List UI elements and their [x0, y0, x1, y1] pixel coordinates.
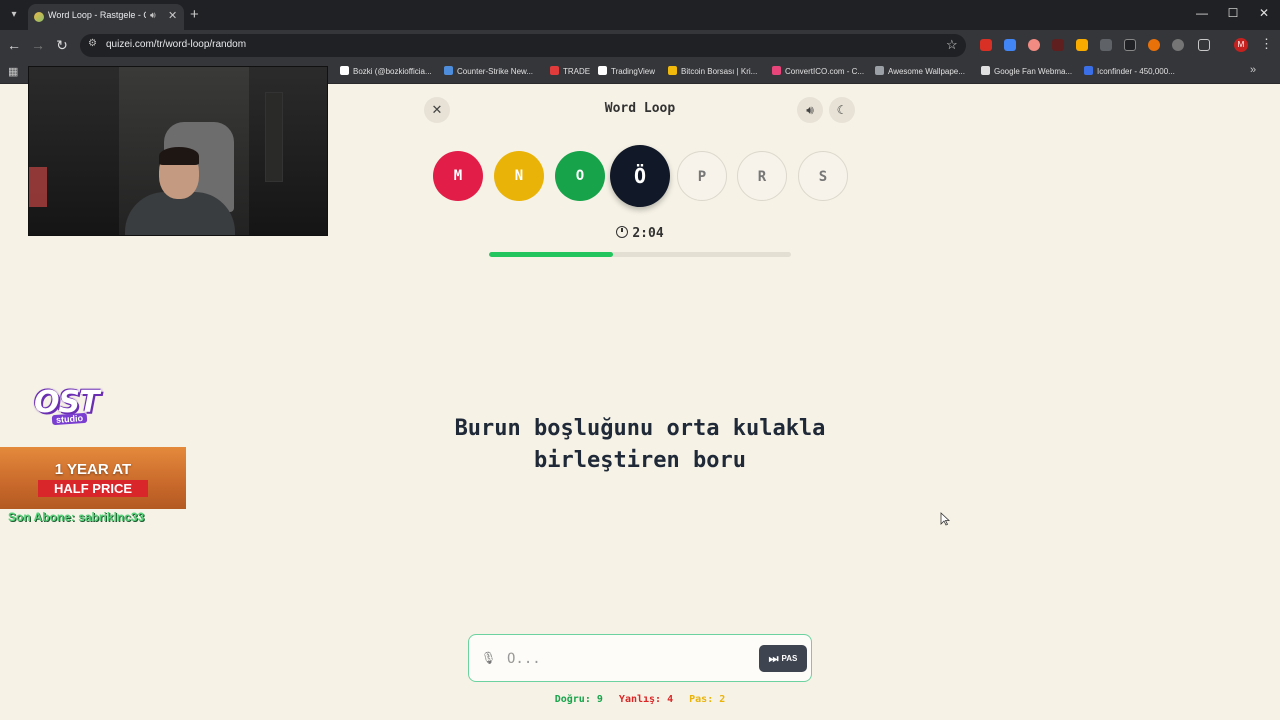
extension-icon[interactable] — [1052, 39, 1064, 51]
bookmark-item[interactable]: TRADE — [550, 66, 590, 78]
bookmarks-overflow-icon[interactable]: » — [1250, 64, 1256, 76]
bookmark-label: TradingView — [611, 67, 656, 76]
profile-avatar[interactable]: M — [1234, 38, 1248, 52]
timer-value: 2:04 — [632, 226, 664, 241]
apps-grid-icon[interactable]: ▦ — [8, 65, 18, 78]
letter-circle-pending: P — [677, 151, 727, 201]
wrong-count: Yanlış: 4 — [618, 694, 674, 705]
clock-icon — [616, 226, 629, 238]
promo-line1: 1 YEAR AT — [54, 461, 132, 478]
extension-icon[interactable] — [1076, 39, 1088, 51]
tab-favicon-icon — [34, 12, 44, 22]
letter-circle-pending: S — [798, 151, 848, 201]
speaker-icon[interactable]: 🔊︎ — [150, 10, 156, 21]
translate-extension-icon[interactable] — [1004, 39, 1016, 51]
bookmark-favicon-icon — [340, 66, 349, 75]
last-subscriber-text: Son Abone: sabriklnc33 — [8, 510, 145, 524]
extension-icon[interactable] — [1172, 39, 1184, 51]
bookmark-item[interactable]: Iconfinder - 450,000... — [1084, 66, 1175, 78]
browser-tabstrip: ▾ Word Loop - Rastgele - Qu 🔊︎ ✕ + — ☐ ✕ — [0, 0, 1280, 30]
ost-studio-logo: OST studio — [34, 386, 102, 430]
game-title: Word Loop — [604, 101, 676, 116]
reload-icon[interactable]: ↻ — [54, 37, 70, 53]
bookmark-item[interactable]: Bitcoin Borsası | Kri... — [668, 66, 757, 78]
correct-count: Doğru: 9 — [554, 694, 603, 705]
timer: 2:04 — [600, 226, 680, 241]
mouse-cursor-icon — [940, 512, 950, 526]
bookmark-favicon-icon — [598, 66, 607, 75]
browser-toolbar: ← → ↻ ⚙ quizei.com/tr/word-loop/random ☆… — [0, 30, 1280, 60]
bookmark-label: Counter-Strike New... — [457, 67, 534, 76]
bookmark-item[interactable]: Bozki (@bozkiofficia... — [340, 66, 432, 78]
address-bar[interactable]: ⚙ quizei.com/tr/word-loop/random ☆ — [80, 34, 966, 57]
url-text[interactable]: quizei.com/tr/word-loop/random — [106, 39, 246, 50]
bookmark-item[interactable]: Counter-Strike New... — [444, 66, 533, 78]
bookmark-item[interactable]: TradingView — [598, 66, 655, 78]
extension-icon[interactable] — [980, 39, 992, 51]
promo-line2: HALF PRICE — [38, 480, 148, 497]
letter-circle-done: O — [555, 151, 605, 201]
time-progress-fill — [489, 252, 613, 257]
minimize-icon[interactable]: — — [1192, 6, 1212, 20]
bookmark-favicon-icon — [875, 66, 884, 75]
bookmark-favicon-icon — [981, 66, 990, 75]
clue-line1: Burun boşluğunu orta kulakla — [454, 416, 826, 441]
pass-count: Pas: 2 — [689, 694, 726, 705]
letter-circle-done: M — [433, 151, 483, 201]
dark-mode-toggle-button[interactable]: ☾ — [829, 97, 855, 123]
game-close-button[interactable]: ✕ — [424, 97, 450, 123]
letter-circle-done: N — [494, 151, 544, 201]
maximize-icon[interactable]: ☐ — [1223, 6, 1243, 20]
browser-menu-icon[interactable]: ⋮ — [1260, 36, 1273, 52]
bookmark-label: Iconfinder - 450,000... — [1097, 67, 1175, 76]
pass-label: PAS — [781, 654, 798, 663]
promo-banner: 1 YEAR AT HALF PRICE — [0, 447, 186, 509]
bookmark-label: TRADE — [563, 67, 591, 76]
microphone-icon[interactable]: 🎙︎ — [481, 651, 496, 667]
bookmark-favicon-icon — [772, 66, 781, 75]
bookmark-label: Bozki (@bozkiofficia... — [353, 67, 432, 76]
clue-text: Burun boşluğunu orta kulakla birleştiren… — [420, 413, 860, 477]
bookmark-label: Google Fan Webma... — [994, 67, 1073, 76]
tab-title: Word Loop - Rastgele - Qu — [48, 10, 146, 20]
bookmark-favicon-icon — [668, 66, 677, 75]
answer-input[interactable] — [507, 647, 747, 671]
logo-sub-text: studio — [51, 412, 88, 426]
sound-toggle-button[interactable]: 🔊︎ — [797, 97, 823, 123]
bookmark-item[interactable]: ConvertICO.com - C... — [772, 66, 864, 78]
extension-icon[interactable] — [1148, 39, 1160, 51]
time-progress-bar — [489, 252, 791, 257]
clue-line2: birleştiren boru — [534, 448, 746, 473]
close-icon[interactable]: ✕ — [168, 9, 177, 22]
extension-icon[interactable] — [1028, 39, 1040, 51]
bookmark-star-icon[interactable]: ☆ — [946, 37, 958, 53]
browser-tab-active[interactable]: Word Loop - Rastgele - Qu 🔊︎ ✕ — [28, 4, 184, 30]
letter-circle-current: Ö — [610, 145, 670, 207]
webcam-overlay — [28, 66, 328, 236]
window-close-icon[interactable]: ✕ — [1254, 6, 1274, 20]
bookmark-item[interactable]: Awesome Wallpape... — [875, 66, 965, 78]
extensions-puzzle-icon[interactable] — [1198, 39, 1210, 51]
skip-icon: ⏭︎ — [768, 653, 779, 665]
bookmark-favicon-icon — [444, 66, 453, 75]
tab-search-icon[interactable]: ▾ — [6, 7, 22, 23]
new-tab-icon[interactable]: + — [190, 6, 199, 23]
score-stats: Doğru: 9 Yanlış: 4 Pas: 2 — [540, 694, 740, 705]
bookmark-item[interactable]: Google Fan Webma... — [981, 66, 1072, 78]
pass-button[interactable]: ⏭︎ PAS — [759, 645, 807, 672]
bookmark-label: ConvertICO.com - C... — [785, 67, 865, 76]
site-info-icon[interactable]: ⚙ — [88, 38, 97, 49]
extension-icon[interactable] — [1124, 39, 1136, 51]
letter-circle-pending: R — [737, 151, 787, 201]
bookmark-favicon-icon — [1084, 66, 1093, 75]
forward-icon[interactable]: → — [30, 37, 46, 53]
bookmark-label: Bitcoin Borsası | Kri... — [681, 67, 758, 76]
bookmark-label: Awesome Wallpape... — [888, 67, 965, 76]
answer-box: 🎙︎ ⏭︎PAS — [468, 634, 812, 682]
extension-icon[interactable] — [1100, 39, 1112, 51]
bookmark-favicon-icon — [550, 66, 559, 75]
back-icon[interactable]: ← — [6, 37, 22, 53]
